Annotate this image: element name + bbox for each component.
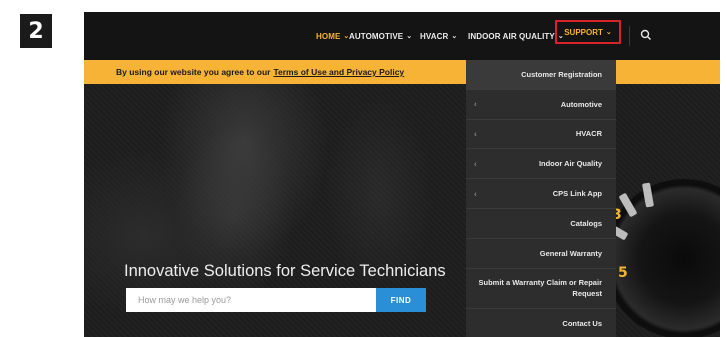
menu-item-label: CPS Link App [552,189,602,199]
chevron-left-icon: ‹ [474,99,477,109]
nav-item-label: SUPPORT [564,27,603,37]
menu-item-label: Catalogs [570,218,602,228]
top-navigation-bar: HOME ⌄ AUTOMOTIVE ⌄ HVACR ⌄ INDOOR AIR Q… [84,12,720,60]
menu-item-automotive[interactable]: ‹ Automotive [466,90,616,120]
nav-item-label: HOME [316,31,341,41]
menu-item-contact-us[interactable]: Contact Us [466,309,616,337]
step-number-badge: 2 [20,14,52,48]
nav-item-indoor-air-quality[interactable]: INDOOR AIR QUALITY ⌄ [468,12,564,60]
menu-item-cps-link-app[interactable]: ‹ CPS Link App [466,179,616,209]
website-screenshot: HOME ⌄ AUTOMOTIVE ⌄ HVACR ⌄ INDOOR AIR Q… [84,12,720,337]
menu-item-label: Submit a Warranty Claim or Repair Reques… [478,278,602,299]
cookie-notice: By using our website you agree to our Te… [116,60,404,84]
cookie-consent-bar: By using our website you agree to our Te… [84,60,720,84]
menu-item-label: HVACR [575,129,602,139]
menu-item-customer-registration[interactable]: Customer Registration [466,60,616,90]
chevron-left-icon: ‹ [474,159,477,169]
menu-item-label: Automotive [560,99,602,109]
chevron-left-icon: ‹ [474,129,477,139]
find-button[interactable]: FIND [376,288,426,312]
cookie-notice-text: By using our website you agree to our [116,67,271,77]
nav-item-label: AUTOMOTIVE [349,31,404,41]
search-icon[interactable] [640,29,652,41]
nav-item-hvacr[interactable]: HVACR ⌄ [420,12,457,60]
menu-item-label: Contact Us [562,318,602,328]
menu-item-label: Customer Registration [521,69,602,79]
search-input[interactable] [126,288,376,312]
hero-title: Innovative Solutions for Service Technic… [124,262,446,280]
chevron-down-icon: ⌄ [605,29,612,36]
terms-privacy-link[interactable]: Terms of Use and Privacy Policy [273,67,404,77]
hero-banner: 3 N 5 Innovative Solutions for Service T… [84,84,720,337]
chevron-left-icon: ‹ [474,189,477,199]
gauge-tick [641,182,655,208]
chevron-down-icon: ⌄ [406,33,413,40]
nav-item-label: INDOOR AIR QUALITY [468,31,555,41]
nav-item-label: HVACR [420,31,449,41]
menu-item-label: Indoor Air Quality [538,159,602,169]
gauge-label: 5 [618,265,628,281]
menu-item-general-warranty[interactable]: General Warranty [466,239,616,269]
menu-item-catalogs[interactable]: Catalogs [466,209,616,239]
support-dropdown-menu: Customer Registration ‹ Automotive ‹ HVA… [466,60,616,337]
nav-item-automotive[interactable]: AUTOMOTIVE ⌄ [349,12,412,60]
menu-item-label: General Warranty [539,248,602,258]
gauge-dial-image: 3 N 5 [602,179,720,337]
menu-item-warranty-claim[interactable]: Submit a Warranty Claim or Repair Reques… [466,269,616,309]
nav-item-home[interactable]: HOME ⌄ [316,12,349,60]
nav-divider [629,26,630,46]
chevron-down-icon: ⌄ [451,33,458,40]
menu-item-hvacr[interactable]: ‹ HVACR [466,120,616,150]
menu-item-indoor-air-quality[interactable]: ‹ Indoor Air Quality [466,149,616,180]
nav-item-support[interactable]: SUPPORT ⌄ [555,20,621,44]
